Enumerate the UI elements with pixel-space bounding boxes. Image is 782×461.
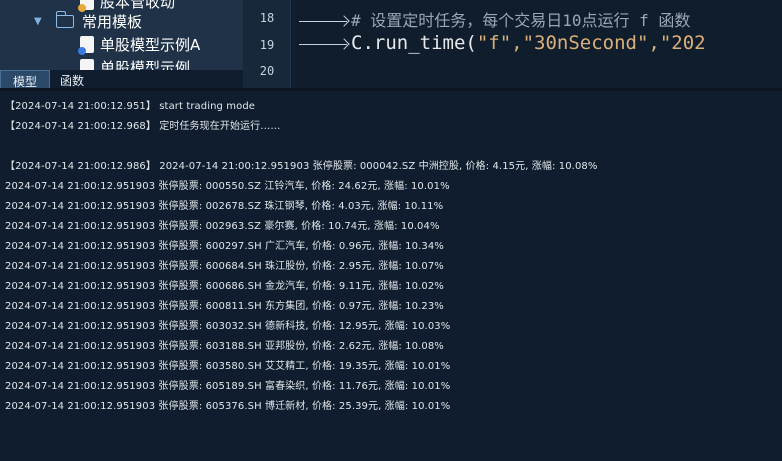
log-line: 2024-07-14 21:00:12.951903 张停股票: 000550.… xyxy=(5,181,450,192)
tree-folder-common-templates[interactable]: ▼ 常用模板 xyxy=(0,10,142,32)
tree-item-label: 单股模型示例A xyxy=(100,35,201,54)
log-line: 2024-07-14 21:00:12.951903 张停股票: 600811.… xyxy=(5,301,444,312)
log-line: 2024-07-14 21:00:12.951903 张停股票: 600684.… xyxy=(5,261,444,272)
tab-arrow-icon xyxy=(299,21,347,22)
tree-item-label: 常用模板 xyxy=(82,12,143,31)
log-line: 【2024-07-14 21:00:12.986】 2024-07-14 21:… xyxy=(5,161,598,172)
python-file-icon xyxy=(78,35,94,55)
folder-icon xyxy=(55,10,74,28)
code-args: "f","30nSecond","202 xyxy=(476,32,706,54)
python-file-icon xyxy=(78,58,94,70)
log-line: 2024-07-14 21:00:12.951903 张停股票: 603188.… xyxy=(5,341,444,352)
expand-arrow-icon[interactable]: ▼ xyxy=(34,16,46,27)
line-number-gutter: 18 19 20 xyxy=(243,0,291,88)
log-line: 【2024-07-14 21:00:12.951】 start trading … xyxy=(5,101,256,112)
code-line[interactable]: C.run_time("f","30nSecond","202 xyxy=(299,32,706,54)
log-line: 2024-07-14 21:00:12.951903 张停股票: 605189.… xyxy=(5,381,451,392)
log-line: 2024-07-14 21:00:12.951903 张停股票: 600686.… xyxy=(5,281,444,292)
code-call: C.run_time( xyxy=(351,32,477,54)
tree-item-single-stock[interactable]: 单股模型示例 xyxy=(0,56,190,70)
tree-item-single-stock-a[interactable]: 单股模型示例A xyxy=(0,33,200,55)
code-editor[interactable]: 18 19 20 # 设置定时任务，每个交易日10点运行 f 函数 C.run_… xyxy=(243,0,782,88)
code-line[interactable]: # 设置定时任务，每个交易日10点运行 f 函数 xyxy=(299,7,690,31)
log-line: 2024-07-14 21:00:12.951903 张停股票: 002963.… xyxy=(5,221,440,232)
log-line: 2024-07-14 21:00:12.951903 张停股票: 600297.… xyxy=(5,241,444,252)
tree-item-label: 单股模型示例 xyxy=(100,58,191,71)
tab-arrow-icon xyxy=(299,44,347,45)
console-output[interactable]: 【2024-07-14 21:00:12.951】 start trading … xyxy=(0,91,782,461)
python-file-icon xyxy=(78,0,94,12)
log-line: 2024-07-14 21:00:12.951903 张停股票: 605376.… xyxy=(5,401,451,412)
log-line: 2024-07-14 21:00:12.951903 张停股票: 603580.… xyxy=(5,361,451,372)
code-comment: # 设置定时任务，每个交易日10点运行 f 函数 xyxy=(351,11,691,30)
log-line: 【2024-07-14 21:00:12.968】 定时任务现在开始运行…… xyxy=(5,121,281,132)
line-number: 19 xyxy=(259,38,275,52)
log-line: 2024-07-14 21:00:12.951903 张停股票: 002678.… xyxy=(5,201,444,212)
log-line: 2024-07-14 21:00:12.951903 张停股票: 603032.… xyxy=(5,321,451,332)
project-tree: 股本管收动 ▼ 常用模板 单股模型示例A 单股模型示例 xyxy=(0,0,243,70)
line-number: 20 xyxy=(259,64,275,78)
line-number: 18 xyxy=(259,11,275,25)
